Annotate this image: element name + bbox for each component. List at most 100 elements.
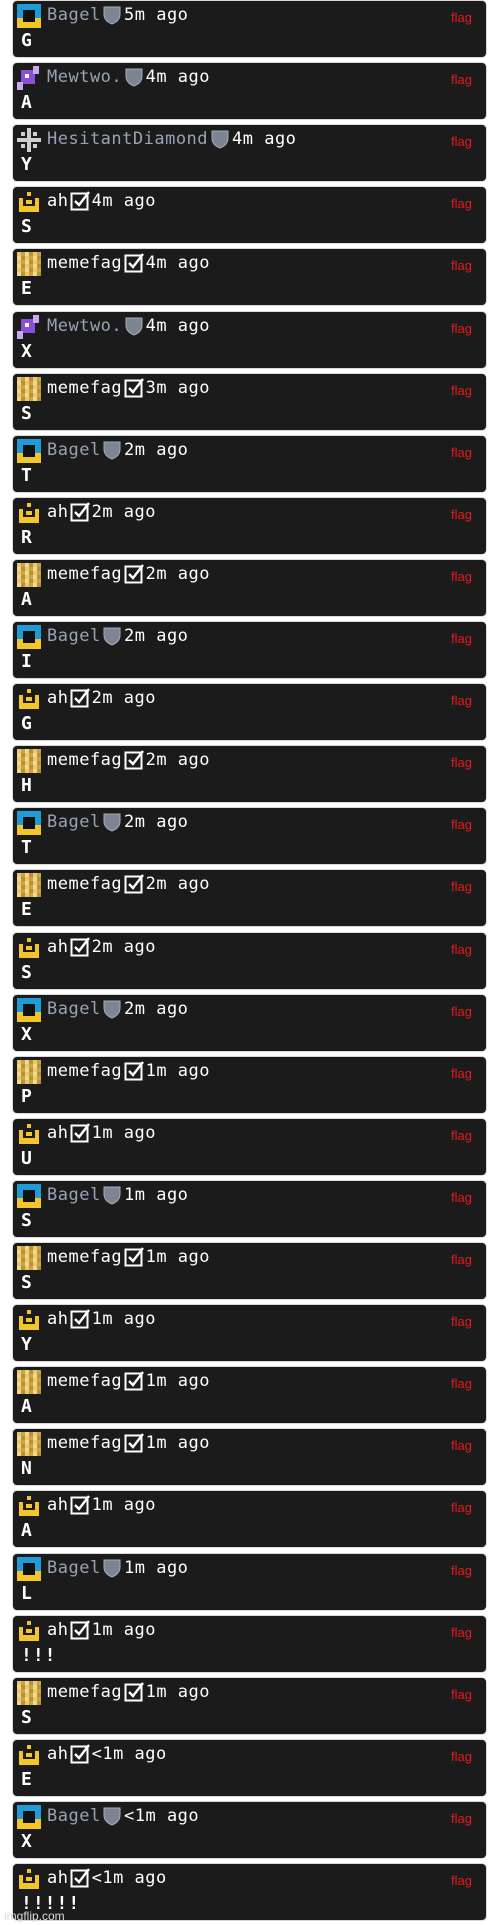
message-text: S xyxy=(21,216,33,238)
crown-icon[interactable] xyxy=(17,1619,41,1643)
username[interactable]: memefag xyxy=(47,377,122,399)
flag-button[interactable]: flag xyxy=(451,755,472,770)
crown-icon[interactable] xyxy=(17,1308,41,1332)
check-icon xyxy=(124,1060,144,1081)
flag-button[interactable]: flag xyxy=(451,321,472,336)
username[interactable]: Bagel xyxy=(47,625,101,647)
bagel-icon[interactable] xyxy=(17,438,41,463)
username[interactable]: ah xyxy=(47,1122,68,1144)
username[interactable]: ah xyxy=(47,501,68,523)
memefag-icon[interactable] xyxy=(17,873,41,898)
flag-button[interactable]: flag xyxy=(451,1066,472,1081)
username[interactable]: ah xyxy=(47,687,68,709)
flag-button[interactable]: flag xyxy=(451,134,472,149)
timestamp: 1m ago xyxy=(91,1122,157,1143)
flag-button[interactable]: flag xyxy=(451,569,472,584)
username[interactable]: memefag xyxy=(47,1432,122,1454)
flag-button[interactable]: flag xyxy=(451,1252,472,1267)
username[interactable]: memefag xyxy=(47,563,122,585)
username[interactable]: Bagel xyxy=(47,4,101,26)
username[interactable]: memefag xyxy=(47,749,122,771)
flag-button[interactable]: flag xyxy=(451,1004,472,1019)
username[interactable]: memefag xyxy=(47,1060,122,1082)
memefag-icon[interactable] xyxy=(17,252,41,277)
flag-button[interactable]: flag xyxy=(451,383,472,398)
flag-button[interactable]: flag xyxy=(451,1376,472,1391)
diamond-cross-icon[interactable] xyxy=(17,128,41,153)
memefag-icon[interactable] xyxy=(17,376,41,401)
flag-button[interactable]: flag xyxy=(451,1625,472,1640)
username[interactable]: Bagel xyxy=(47,1805,101,1827)
flag-button[interactable]: flag xyxy=(451,445,472,460)
username[interactable]: Bagel xyxy=(47,998,101,1020)
memefag-icon[interactable] xyxy=(17,1680,41,1705)
flag-button[interactable]: flag xyxy=(451,1128,472,1143)
flag-button[interactable]: flag xyxy=(451,942,472,957)
username[interactable]: ah xyxy=(47,936,68,958)
message-text: E xyxy=(21,899,33,921)
username[interactable]: Bagel xyxy=(47,439,101,461)
username[interactable]: memefag xyxy=(47,1246,122,1268)
username[interactable]: ah xyxy=(47,1867,68,1889)
crown-icon[interactable] xyxy=(17,687,41,711)
flag-button[interactable]: flag xyxy=(451,1811,472,1826)
mewtwo-icon[interactable] xyxy=(17,314,41,339)
memefag-icon[interactable] xyxy=(17,1370,41,1395)
message-row: ah 1m ago Uflag xyxy=(12,1117,487,1176)
bagel-icon[interactable] xyxy=(17,1804,41,1829)
mewtwo-icon[interactable] xyxy=(17,66,41,91)
bagel-icon[interactable] xyxy=(17,997,41,1022)
bagel-icon[interactable] xyxy=(17,625,41,649)
memefag-icon[interactable] xyxy=(17,1246,41,1270)
bagel-icon[interactable] xyxy=(17,1183,41,1208)
crown-icon[interactable] xyxy=(17,501,41,525)
username[interactable]: ah xyxy=(47,1619,68,1641)
flag-button[interactable]: flag xyxy=(451,10,472,25)
flag-button[interactable]: flag xyxy=(451,1500,472,1515)
username[interactable]: Bagel xyxy=(47,1557,101,1579)
flag-button[interactable]: flag xyxy=(451,879,472,894)
username[interactable]: HesitantDiamond xyxy=(47,128,208,150)
flag-button[interactable]: flag xyxy=(451,693,472,708)
bagel-icon[interactable] xyxy=(17,4,41,28)
username[interactable]: memefag xyxy=(47,1681,122,1703)
username[interactable]: Mewtwo. xyxy=(47,315,122,337)
message-text: G xyxy=(21,30,33,51)
username[interactable]: ah xyxy=(47,1743,68,1765)
username[interactable]: Mewtwo. xyxy=(47,66,122,88)
crown-icon[interactable] xyxy=(17,1867,41,1891)
flag-button[interactable]: flag xyxy=(451,1314,472,1329)
crown-icon[interactable] xyxy=(17,190,41,214)
bagel-icon[interactable] xyxy=(17,1556,41,1581)
memefag-icon[interactable] xyxy=(17,1432,41,1457)
flag-button[interactable]: flag xyxy=(451,1687,472,1702)
bagel-icon[interactable] xyxy=(17,811,41,836)
flag-button[interactable]: flag xyxy=(451,631,472,646)
memefag-icon[interactable] xyxy=(17,749,41,774)
flag-button[interactable]: flag xyxy=(451,1190,472,1205)
username[interactable]: ah xyxy=(47,190,68,212)
flag-button[interactable]: flag xyxy=(451,196,472,211)
memefag-icon[interactable] xyxy=(17,1059,41,1084)
crown-icon[interactable] xyxy=(17,1122,41,1146)
crown-icon[interactable] xyxy=(17,936,41,960)
flag-button[interactable]: flag xyxy=(451,72,472,87)
username[interactable]: ah xyxy=(47,1494,68,1516)
flag-button[interactable]: flag xyxy=(451,817,472,832)
flag-button[interactable]: flag xyxy=(451,1749,472,1764)
crown-icon[interactable] xyxy=(17,1494,41,1518)
flag-button[interactable]: flag xyxy=(451,1873,472,1888)
username[interactable]: Bagel xyxy=(47,811,101,833)
crown-icon[interactable] xyxy=(17,1743,41,1767)
username[interactable]: ah xyxy=(47,1308,68,1330)
flag-button[interactable]: flag xyxy=(451,1563,472,1578)
username[interactable]: memefag xyxy=(47,873,122,895)
username[interactable]: Bagel xyxy=(47,1184,101,1206)
flag-button[interactable]: flag xyxy=(451,258,472,273)
message-text: S xyxy=(21,1272,33,1293)
flag-button[interactable]: flag xyxy=(451,507,472,522)
flag-button[interactable]: flag xyxy=(451,1438,472,1453)
username[interactable]: memefag xyxy=(47,252,122,274)
memefag-icon[interactable] xyxy=(17,562,41,587)
username[interactable]: memefag xyxy=(47,1370,122,1392)
